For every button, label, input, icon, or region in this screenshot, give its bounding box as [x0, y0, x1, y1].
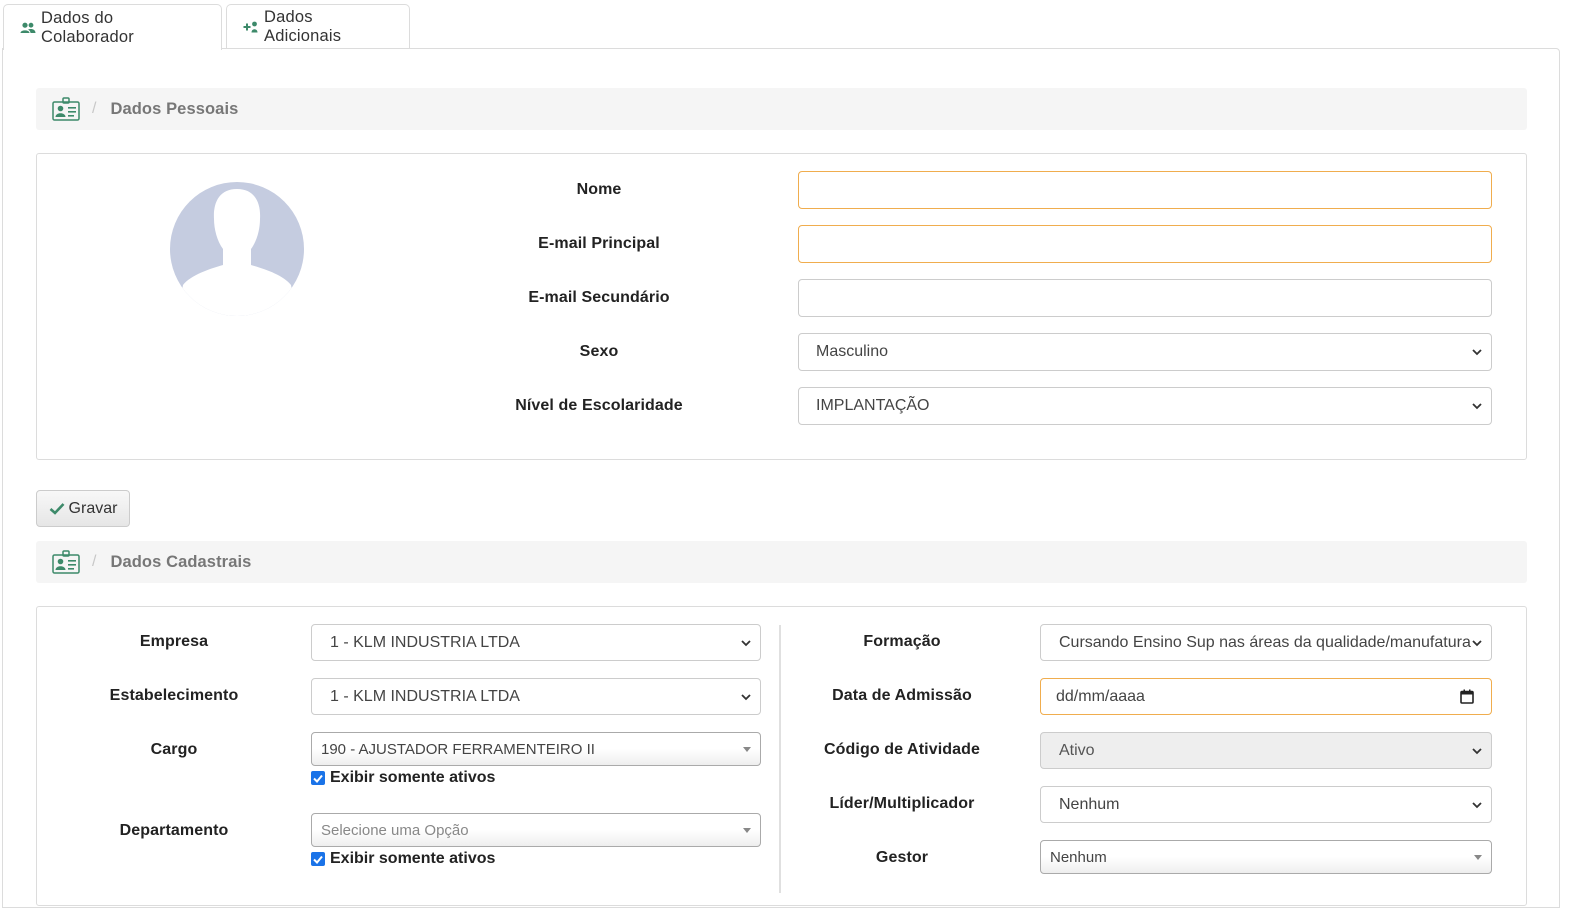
tab-label: Dados Adicionais	[264, 7, 342, 45]
chevron-down-icon	[1472, 638, 1482, 648]
breadcrumb-separator: /	[92, 553, 97, 570]
escolaridade-value: IMPLANTAÇÃO	[816, 397, 930, 414]
dropdown-arrow-icon	[743, 747, 751, 752]
gestor-value: Nenhum	[1050, 848, 1107, 866]
nome-input[interactable]	[798, 171, 1492, 209]
tab-dados-adicionais[interactable]: Dados Adicionais	[226, 4, 410, 48]
email-principal-input[interactable]	[798, 225, 1492, 263]
empresa-select[interactable]: 1 - KLM INDUSTRIA LTDA	[311, 624, 761, 661]
escolaridade-label: Nível de Escolaridade	[515, 397, 683, 414]
chevron-down-icon	[1472, 746, 1482, 756]
section-title: Dados Pessoais	[110, 99, 239, 118]
dropdown-arrow-icon	[1474, 855, 1482, 860]
id-card-icon	[52, 550, 80, 574]
codigo-atividade-label: Código de Atividade	[824, 741, 980, 758]
sexo-label: Sexo	[579, 343, 619, 360]
data-admissao-input[interactable]: dd/mm/aaaa	[1040, 678, 1492, 715]
departamento-placeholder: Selecione uma Opção	[321, 821, 469, 839]
cargo-value: 190 - AJUSTADOR FERRAMENTEIRO II	[321, 740, 595, 758]
email-secundario-input[interactable]	[798, 279, 1492, 317]
chevron-down-icon	[741, 638, 751, 648]
formacao-select[interactable]: Cursando Ensino Sup nas áreas da qualida…	[1040, 624, 1492, 661]
dropdown-arrow-icon	[743, 828, 751, 833]
checkbox-checked-icon	[311, 771, 325, 785]
escolaridade-select[interactable]: IMPLANTAÇÃO	[798, 387, 1492, 425]
users-icon	[20, 22, 36, 34]
sexo-select[interactable]: Masculino	[798, 333, 1492, 371]
lider-value: Nenhum	[1059, 795, 1120, 813]
lider-select[interactable]: Nenhum	[1040, 786, 1492, 823]
chevron-down-icon	[1472, 800, 1482, 810]
gravar-label: Gravar	[68, 499, 118, 517]
email-principal-label: E-mail Principal	[538, 235, 660, 252]
departamento-select[interactable]: Selecione uma Opção	[311, 813, 761, 847]
departamento-ativos-checkbox[interactable]: Exibir somente ativos	[311, 850, 495, 868]
data-admissao-label: Data de Admissão	[832, 687, 972, 704]
empresa-value: 1 - KLM INDUSTRIA LTDA	[330, 633, 520, 651]
check-icon	[49, 502, 65, 515]
codigo-atividade-value: Ativo	[1059, 741, 1095, 759]
calendar-icon[interactable]	[1460, 689, 1474, 704]
codigo-atividade-select: Ativo	[1040, 732, 1492, 769]
data-admissao-placeholder: dd/mm/aaaa	[1056, 687, 1145, 705]
checkbox-checked-icon	[311, 852, 325, 866]
section-title: Dados Cadastrais	[110, 552, 252, 571]
gestor-label: Gestor	[875, 849, 929, 866]
formacao-value: Cursando Ensino Sup nas áreas da qualida…	[1059, 633, 1471, 651]
sexo-value: Masculino	[816, 343, 889, 360]
formacao-label: Formação	[863, 633, 941, 650]
checkbox-label: Exibir somente ativos	[330, 850, 496, 867]
id-card-icon	[52, 97, 80, 121]
estabelecimento-label: Estabelecimento	[109, 687, 239, 704]
cargo-select[interactable]: 190 - AJUSTADOR FERRAMENTEIRO II	[311, 732, 761, 766]
cargo-ativos-checkbox[interactable]: Exibir somente ativos	[311, 769, 495, 787]
breadcrumb-separator: /	[92, 100, 97, 117]
breadcrumb-dados-pessoais: / Dados Pessoais	[36, 88, 1527, 130]
gestor-select[interactable]: Nenhum	[1040, 840, 1492, 874]
estabelecimento-value: 1 - KLM INDUSTRIA LTDA	[330, 687, 520, 705]
chevron-down-icon	[1472, 347, 1482, 357]
tab-label: Dados do Colaborador	[41, 8, 135, 46]
cargo-label: Cargo	[150, 741, 198, 758]
email-secundario-label: E-mail Secundário	[528, 289, 670, 306]
breadcrumb-dados-cadastrais: / Dados Cadastrais	[36, 541, 1527, 583]
lider-label: Líder/Multiplicador	[829, 795, 975, 812]
column-divider	[779, 625, 781, 893]
personal-data-panel: Nome E-mail Principal E-mail Secundário …	[36, 153, 1527, 460]
gravar-button[interactable]: Gravar	[36, 490, 130, 527]
checkbox-label: Exibir somente ativos	[330, 769, 496, 786]
chevron-down-icon	[741, 692, 751, 702]
nome-label: Nome	[576, 181, 622, 198]
chevron-down-icon	[1472, 401, 1482, 411]
avatar[interactable]	[169, 181, 305, 322]
departamento-label: Departamento	[119, 822, 229, 839]
user-plus-icon	[243, 21, 259, 33]
estabelecimento-select[interactable]: 1 - KLM INDUSTRIA LTDA	[311, 678, 761, 715]
empresa-label: Empresa	[139, 633, 209, 650]
tab-dados-colaborador[interactable]: Dados do Colaborador	[3, 4, 222, 50]
